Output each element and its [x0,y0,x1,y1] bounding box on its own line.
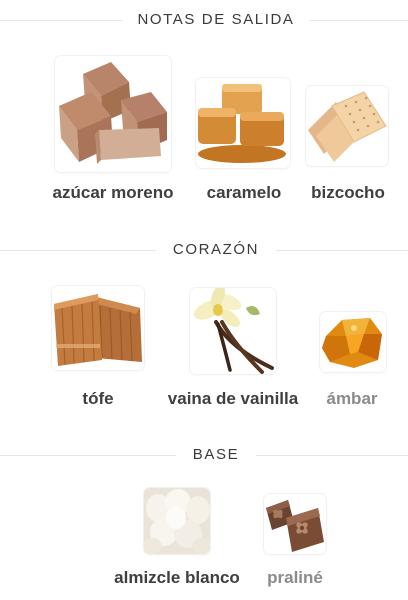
note-label: almizcle blanco [114,568,240,587]
section-title: CORAZÓN [156,238,276,262]
section-header-base-notes: BASE [0,443,408,467]
note-label: vaina de vainilla [167,389,299,408]
toffee-bars-icon [52,286,144,370]
white-musk-icon [144,488,210,554]
section-title: BASE [176,443,256,467]
note-label: praliné [267,568,323,587]
praline-chocolate-icon [264,494,326,554]
note-label: azúcar moreno [52,183,174,202]
amber-resin-icon [320,312,386,372]
note-label: ámbar [326,389,378,408]
biscuit-crackers-icon [306,86,388,166]
section-title: NOTAS DE SALIDA [122,8,310,32]
note-label: caramelo [206,183,282,202]
vanilla-pod-flower-icon [190,288,276,374]
brown-sugar-cubes-icon [55,56,171,172]
note-label: bizcocho [311,183,385,202]
section-header-heart-notes: CORAZÓN [0,238,408,262]
caramel-cubes-icon [196,78,290,168]
section-header-top-notes: NOTAS DE SALIDA [0,8,408,32]
note-label: tófe [82,389,114,408]
